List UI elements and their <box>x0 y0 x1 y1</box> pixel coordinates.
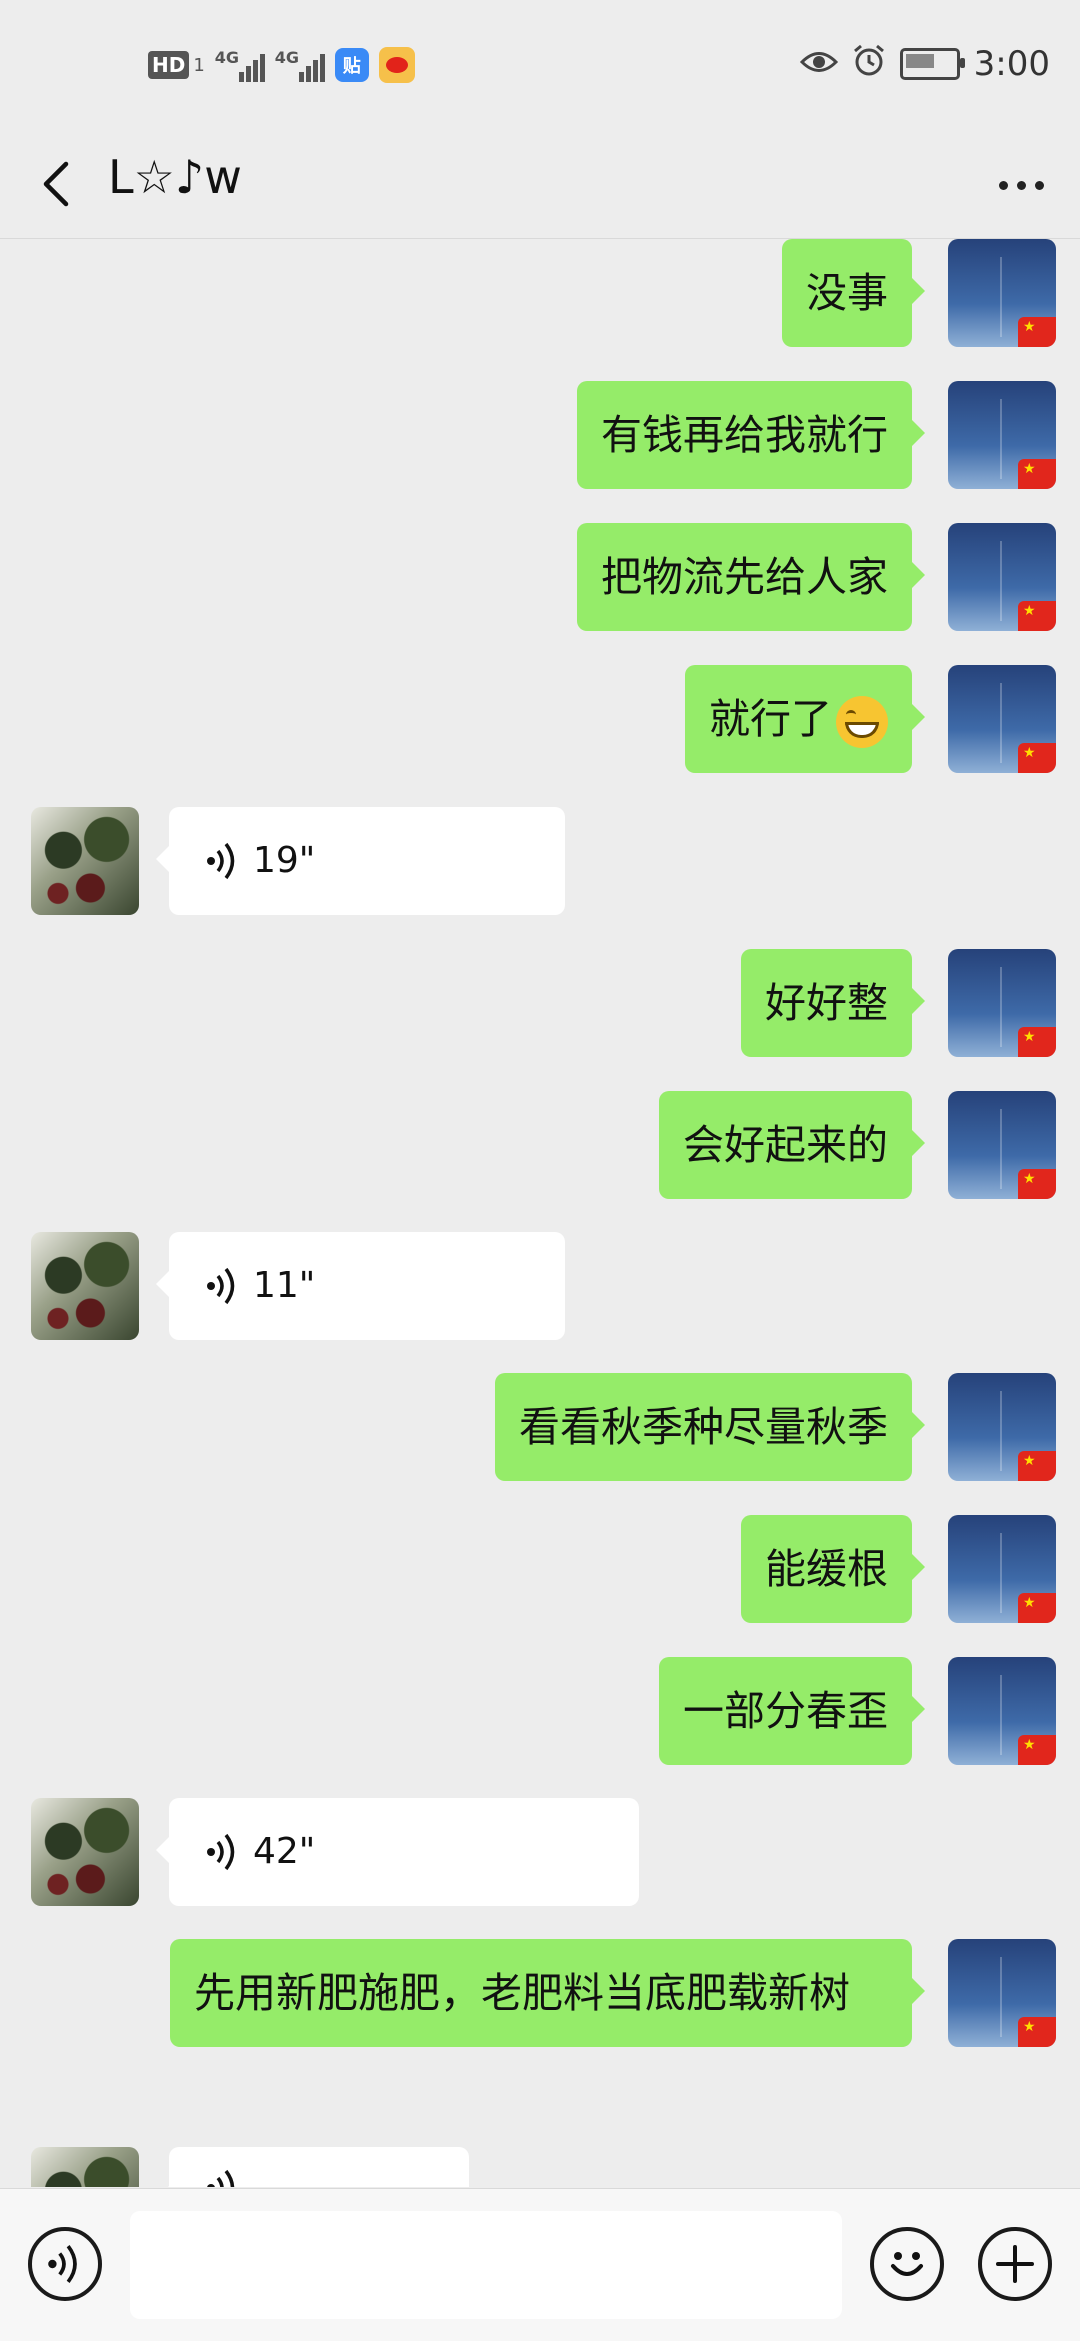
message-bubble[interactable]: 看看秋季种尽量秋季 <box>495 1373 925 1481</box>
message-list[interactable]: 没事 有钱再给我就行 把物流先给人家 就行了 19" 好好整 会好起来的 <box>0 239 1080 2187</box>
china-flag-icon <box>1018 1735 1056 1765</box>
voice-message[interactable]: 11" <box>156 1232 565 1340</box>
status-bar: HD 1 4G 4G 贴 3:00 <box>0 0 1080 130</box>
chat-header: L☆♪w <box>0 130 1080 239</box>
weibo-app-icon <box>378 47 415 83</box>
china-flag-icon <box>1018 743 1056 773</box>
status-right: 3:00 <box>799 42 1050 86</box>
my-avatar[interactable] <box>948 1939 1056 2047</box>
my-avatar[interactable] <box>948 1091 1056 1199</box>
signal-icon: 4G <box>275 48 325 82</box>
plus-button[interactable] <box>978 2227 1052 2301</box>
message-text: 好好整 <box>765 979 888 1027</box>
voice-icon <box>207 1833 235 1871</box>
emoji-icon <box>891 2252 923 2276</box>
message-bubble[interactable]: 把物流先给人家 <box>577 523 925 631</box>
message-text: 先用新肥施肥，老肥料当底肥载新树 <box>194 1969 850 2017</box>
contact-avatar[interactable] <box>31 807 139 915</box>
voice-input-button[interactable] <box>28 2227 102 2301</box>
message-text: 没事 <box>806 269 888 317</box>
battery-icon <box>899 48 965 80</box>
hd-badge: HD <box>148 51 190 79</box>
message-text: 一部分春歪 <box>683 1687 888 1735</box>
china-flag-icon <box>1018 2017 1056 2047</box>
back-arrow-icon[interactable] <box>30 148 90 218</box>
china-flag-icon <box>1018 1451 1056 1481</box>
message-bubble[interactable]: 有钱再给我就行 <box>577 381 925 489</box>
message-bubble[interactable]: 会好起来的 <box>659 1091 925 1199</box>
contact-avatar[interactable] <box>31 1232 139 1340</box>
my-avatar[interactable] <box>948 239 1056 347</box>
message-bubble[interactable]: 就行了 <box>685 665 925 773</box>
message-text: 有钱再给我就行 <box>601 411 888 459</box>
my-avatar[interactable] <box>948 523 1056 631</box>
voice-icon <box>207 1267 235 1305</box>
sim-number: 1 <box>193 54 205 76</box>
emoji-button[interactable] <box>870 2227 944 2301</box>
signal-icon: 4G <box>215 48 265 82</box>
message-bubble[interactable]: 好好整 <box>741 949 925 1057</box>
clock: 3:00 <box>973 44 1050 84</box>
voice-icon <box>207 2169 235 2187</box>
tieba-app-icon: 贴 <box>334 48 369 82</box>
plus-icon <box>996 2245 1034 2283</box>
voice-message[interactable]: 42" <box>156 1798 639 1906</box>
my-avatar[interactable] <box>948 381 1056 489</box>
voice-icon <box>207 842 235 880</box>
voice-duration: 42" <box>253 1831 316 1872</box>
my-avatar[interactable] <box>948 1373 1056 1481</box>
more-dots-icon[interactable] <box>986 150 1056 220</box>
china-flag-icon <box>1018 601 1056 631</box>
message-input[interactable] <box>130 2211 842 2319</box>
voice-message[interactable]: 19" <box>156 807 565 915</box>
my-avatar[interactable] <box>948 1515 1056 1623</box>
message-bubble[interactable]: 一部分春歪 <box>659 1657 925 1765</box>
message-bubble[interactable]: 先用新肥施肥，老肥料当底肥载新树 <box>170 1939 925 2047</box>
message-text: 就行了 <box>709 695 832 743</box>
eye-icon <box>799 44 838 84</box>
alarm-icon <box>852 43 886 86</box>
contact-avatar[interactable] <box>31 1798 139 1906</box>
voice-message[interactable] <box>156 2147 469 2187</box>
message-bubble[interactable]: 没事 <box>782 239 925 347</box>
message-text: 看看秋季种尽量秋季 <box>519 1403 888 1451</box>
my-avatar[interactable] <box>948 665 1056 773</box>
grin-emoji-icon <box>836 696 888 748</box>
chat-title: L☆♪w <box>108 150 242 204</box>
message-text: 把物流先给人家 <box>601 553 888 601</box>
message-text: 能缓根 <box>765 1545 888 1593</box>
china-flag-icon <box>1018 1169 1056 1199</box>
china-flag-icon <box>1018 459 1056 489</box>
voice-duration: 11" <box>253 1265 316 1306</box>
china-flag-icon <box>1018 1593 1056 1623</box>
voice-icon <box>48 2245 77 2283</box>
status-left: HD 1 4G 4G 贴 <box>148 45 415 85</box>
voice-duration: 19" <box>253 840 316 881</box>
china-flag-icon <box>1018 1027 1056 1057</box>
my-avatar[interactable] <box>948 949 1056 1057</box>
input-bar <box>0 2188 1080 2341</box>
message-bubble[interactable]: 能缓根 <box>741 1515 925 1623</box>
message-text: 会好起来的 <box>683 1121 888 1169</box>
my-avatar[interactable] <box>948 1657 1056 1765</box>
contact-avatar[interactable] <box>31 2147 139 2187</box>
china-flag-icon <box>1018 317 1056 347</box>
